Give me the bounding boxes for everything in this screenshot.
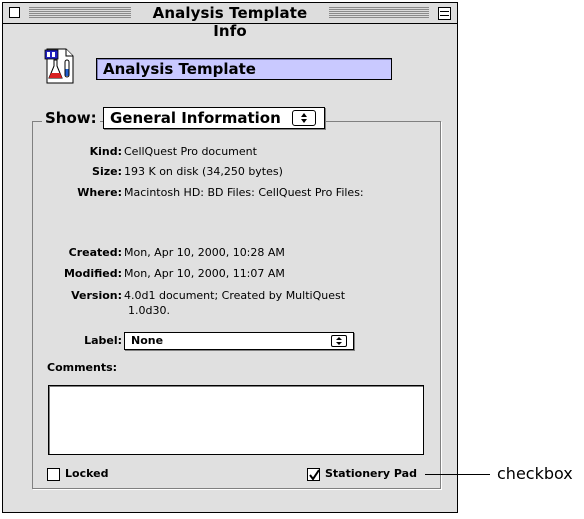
version-value-line2: 1.0d30. [128, 304, 170, 317]
title-bar[interactable]: Analysis Template Info [3, 3, 457, 40]
popup-arrows-icon [292, 110, 316, 126]
title-stripes-left [29, 7, 131, 18]
locked-label[interactable]: Locked [65, 467, 108, 481]
callout-pointer-line [425, 474, 490, 475]
where-label: Where: [77, 186, 122, 199]
version-value-line1: 4.0d1 document; Created by MultiQuest [124, 289, 346, 302]
comments-label: Comments: [47, 361, 118, 374]
zoom-box[interactable] [438, 7, 451, 20]
window-title: Analysis Template Info [152, 4, 308, 40]
modified-label: Modified: [63, 267, 122, 280]
file-name-field[interactable]: Analysis Template [96, 58, 392, 80]
kind-value: CellQuest Pro document [124, 145, 257, 158]
created-value: Mon, Apr 10, 2000, 10:28 AM [124, 246, 285, 259]
label-popup-value: None [131, 334, 164, 347]
created-label: Created: [68, 246, 122, 259]
stationery-pad-checkbox[interactable] [307, 468, 320, 481]
checkmark-icon [309, 469, 320, 481]
version-label: Version: [71, 289, 122, 302]
title-stripes-right [329, 7, 429, 18]
cellquest-document-icon [44, 48, 74, 84]
size-label: Size: [92, 165, 122, 178]
kind-label: Kind: [89, 145, 122, 158]
callout-label: checkbox [497, 464, 573, 483]
label-label: Label: [84, 334, 122, 347]
comments-textarea[interactable] [48, 385, 424, 455]
popup-arrows-icon [331, 335, 347, 347]
show-popup-value: General Information [110, 109, 281, 127]
size-value: 193 K on disk (34,250 bytes) [124, 165, 283, 178]
stationery-pad-label[interactable]: Stationery Pad [325, 467, 417, 481]
close-box[interactable] [9, 7, 20, 18]
show-popup[interactable]: General Information [103, 107, 325, 129]
modified-value: Mon, Apr 10, 2000, 11:07 AM [124, 267, 285, 280]
where-value: Macintosh HD: BD Files: CellQuest Pro Fi… [124, 186, 364, 199]
locked-checkbox[interactable] [47, 468, 60, 481]
show-label: Show: [42, 108, 100, 128]
label-popup[interactable]: None [124, 332, 354, 350]
